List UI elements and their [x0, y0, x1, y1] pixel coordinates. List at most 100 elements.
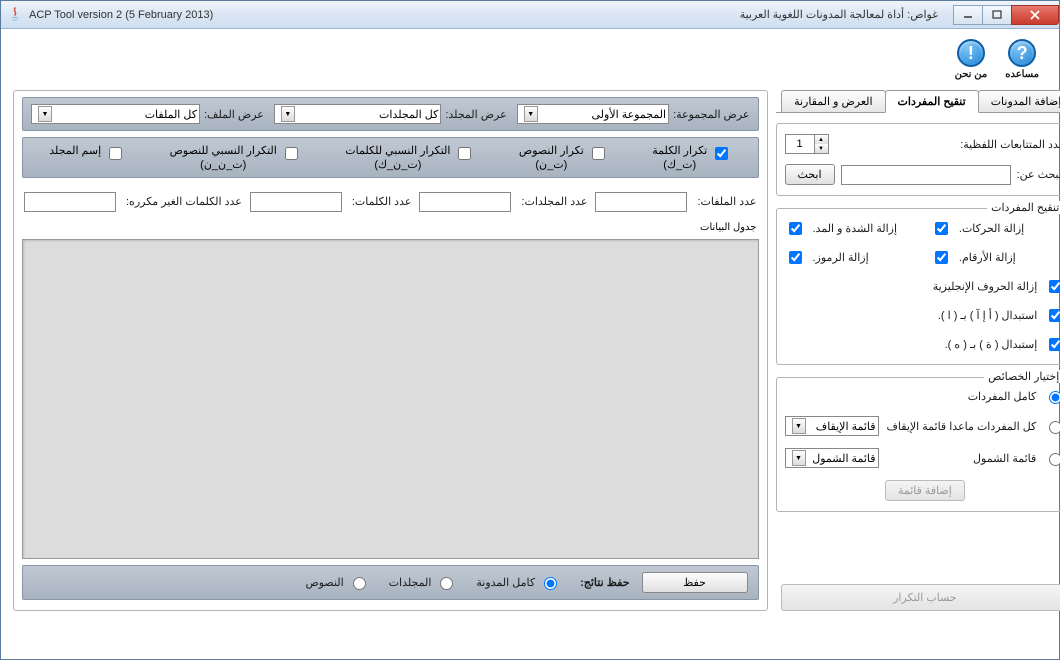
info-icon: !: [957, 39, 985, 67]
help-button[interactable]: ? مساعده: [1005, 39, 1039, 80]
chk-word-freq-label: تكرار الكلمة (ت_ك): [652, 144, 707, 173]
chk-rumuz-label: إزالة الرموز.: [813, 251, 869, 264]
left-pane: عرض المجموعة: المجموعة الأولى ▼ عرض المج…: [13, 90, 768, 611]
stoplist-value: قائمة الإيقاف: [816, 420, 876, 433]
radio-all-vocab-label: كامل المفردات: [968, 390, 1037, 403]
column-toggle-band: تكرار الكلمة (ت_ك) تكرار النصوص (ت_ن) ال…: [22, 137, 759, 178]
close-button[interactable]: [1011, 5, 1059, 25]
tabs: إضافة المدونات تنقيح المفردات العرض و ال…: [776, 90, 1060, 113]
radio-except-stoplist-label: كل المفردات ماعدا قائمة الإيقاف: [887, 420, 1037, 433]
radio-texts[interactable]: [353, 577, 366, 590]
chk-text-freq-label: تكرار النصوص (ت_ن): [519, 144, 584, 173]
tab-add-corpus[interactable]: إضافة المدونات: [978, 90, 1060, 112]
chk-folder-name-label: إسم المجلد: [49, 144, 101, 158]
chk-arqam-label: إزالة الأرقام.: [959, 251, 1016, 264]
chevron-down-icon: ▼: [281, 106, 295, 122]
chk-rumuz[interactable]: [789, 251, 802, 264]
file-label: عرض الملف:: [204, 108, 264, 121]
radio-except-stoplist[interactable]: [1049, 421, 1060, 434]
chk-english-label: إزالة الحروف الإنجليزية: [933, 280, 1038, 293]
properties-legend: إختيار الخصائص: [984, 370, 1060, 383]
radio-include-list-label: قائمة الشمول: [973, 452, 1036, 465]
ngram-label: عدد المتتابعات اللفظية:: [960, 138, 1060, 151]
refine-fieldset: تنقيح المفردات إزالة الحركات. إزالة الشد…: [776, 208, 1060, 365]
chk-word-freq[interactable]: [715, 147, 728, 160]
search-input[interactable]: [841, 165, 1011, 185]
chk-rel-text[interactable]: [285, 147, 298, 160]
chevron-down-icon: ▼: [524, 106, 538, 122]
footer-band: حفظ نتائج: كامل المدونة المجلدات النصوص: [22, 565, 759, 600]
radio-full-corpus-label: كامل المدونة: [476, 576, 535, 589]
add-list-button[interactable]: إضافة قائمة: [885, 480, 965, 501]
window-title: ACP Tool version 2 (5 February 2013): [29, 9, 213, 21]
ngram-up-button[interactable]: ▲: [814, 135, 828, 144]
refine-legend: تنقيح المفردات: [987, 201, 1060, 214]
chk-replace-alef-label: استبدال ( أ إ آ ) بـ ( ا ).: [938, 309, 1037, 322]
table-label: جدول البيانات: [22, 220, 759, 233]
chk-arqam[interactable]: [935, 251, 948, 264]
ngram-down-button[interactable]: ▼: [814, 144, 828, 153]
folder-select[interactable]: كل المجلدات ▼: [274, 104, 442, 124]
chk-rel-word[interactable]: [458, 147, 471, 160]
chk-text-freq[interactable]: [592, 147, 605, 160]
java-icon: [7, 7, 23, 23]
chevron-down-icon: ▼: [38, 106, 52, 122]
radio-all-vocab[interactable]: [1049, 391, 1060, 404]
radio-folders[interactable]: [440, 577, 453, 590]
chk-replace-ta-label: إستبدال ( ة ) بـ ( ه ).: [945, 338, 1038, 351]
stat-files-input[interactable]: [595, 192, 687, 212]
group-label: عرض المجموعة:: [673, 108, 749, 121]
chevron-down-icon: ▼: [792, 418, 806, 434]
ngram-search-panel: عدد المتتابعات اللفظية: ▲ ▼ البحث عن:: [776, 123, 1060, 196]
stat-words-input[interactable]: [250, 192, 342, 212]
chk-shadda-label: إزالة الشدة و المد.: [813, 222, 898, 235]
tab-view-compare[interactable]: العرض و المقارنة: [781, 90, 885, 112]
about-label: من نحن: [955, 69, 988, 80]
about-button[interactable]: ! من نحن: [955, 39, 988, 80]
chk-replace-ta[interactable]: [1049, 338, 1060, 351]
includelist-value: قائمة الشمول: [812, 452, 875, 465]
stats-row: عدد الملفات: عدد المجلدات: عدد الكلمات: …: [22, 184, 759, 214]
stat-unique-label: عدد الكلمات الغير مكرره:: [126, 195, 242, 208]
search-button[interactable]: ابحث: [785, 164, 835, 185]
save-button[interactable]: حفظ: [642, 572, 748, 593]
calculate-freq-button[interactable]: حساب التكرار: [781, 584, 1060, 611]
chk-folder-name[interactable]: [109, 147, 122, 160]
radio-texts-label: النصوص: [305, 576, 343, 589]
radio-full-corpus[interactable]: [544, 577, 557, 590]
group-select[interactable]: المجموعة الأولى ▼: [517, 104, 669, 124]
properties-fieldset: إختيار الخصائص كامل المفردات كل المفردات…: [776, 377, 1060, 512]
minimize-button[interactable]: [953, 5, 983, 25]
help-label: مساعده: [1005, 69, 1039, 80]
save-results-label: حفظ نتائج:: [580, 576, 629, 589]
chk-shadda[interactable]: [789, 222, 802, 235]
chk-english[interactable]: [1049, 280, 1060, 293]
search-label: البحث عن:: [1017, 168, 1060, 181]
file-value: كل الملفات: [145, 108, 197, 121]
folder-value: كل المجلدات: [379, 108, 438, 121]
chk-harakat-label: إزالة الحركات.: [959, 222, 1024, 235]
chk-replace-alef[interactable]: [1049, 309, 1060, 322]
data-table[interactable]: [22, 239, 759, 559]
stoplist-select[interactable]: قائمة الإيقاف ▼: [785, 416, 879, 436]
window-subtitle: غواص: أداة لمعالجة المدونات اللغوية العر…: [740, 8, 942, 21]
maximize-button[interactable]: [982, 5, 1012, 25]
ngram-stepper[interactable]: ▲ ▼: [785, 134, 829, 154]
stat-folders-label: عدد المجلدات:: [521, 195, 587, 208]
includelist-select[interactable]: قائمة الشمول ▼: [785, 448, 879, 468]
folder-label: عرض المجلد:: [445, 108, 506, 121]
stat-folders-input[interactable]: [419, 192, 511, 212]
file-select[interactable]: كل الملفات ▼: [31, 104, 200, 124]
question-icon: ?: [1008, 39, 1036, 67]
tab-refine-vocab[interactable]: تنقيح المفردات: [885, 90, 979, 113]
view-toolbar: عرض المجموعة: المجموعة الأولى ▼ عرض المج…: [22, 97, 759, 131]
stat-unique-input[interactable]: [24, 192, 116, 212]
titlebar: ACP Tool version 2 (5 February 2013) غوا…: [1, 1, 1059, 29]
chevron-down-icon: ▼: [792, 450, 806, 466]
group-value: المجموعة الأولى: [591, 108, 666, 121]
stat-words-label: عدد الكلمات:: [352, 195, 412, 208]
ngram-value[interactable]: [786, 135, 814, 153]
radio-include-list[interactable]: [1049, 453, 1060, 466]
chk-harakat[interactable]: [935, 222, 948, 235]
stat-files-label: عدد الملفات:: [697, 195, 756, 208]
